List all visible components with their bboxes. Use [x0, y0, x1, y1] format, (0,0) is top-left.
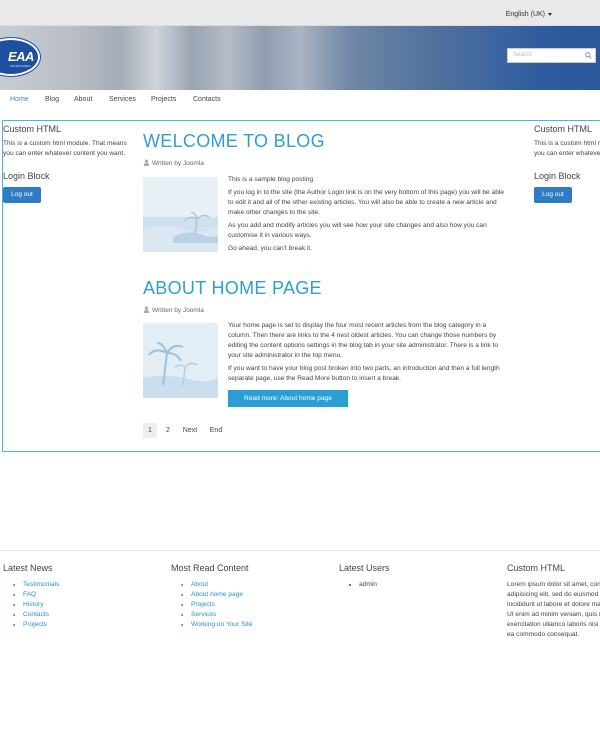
most-read-link[interactable]: Working on Your Site: [191, 620, 321, 630]
article-body: Your home page is set to display the fou…: [228, 321, 510, 387]
most-read-link[interactable]: About home page: [191, 590, 321, 600]
article-paragraph: This is a sample blog posting.: [228, 176, 315, 183]
footer-latest-users: Latest Users admin: [339, 563, 489, 590]
article-paragraph: As you add and modify articles you will …: [228, 222, 487, 239]
footer-divider: [0, 550, 600, 551]
left-logout-button[interactable]: Log out: [3, 187, 41, 203]
right-custom-title: Custom HTML: [534, 124, 593, 134]
right-custom-text: This is a custom html module. That means…: [534, 140, 600, 157]
article-paragraph: Your home page is set to display the fou…: [228, 322, 499, 359]
search-icon[interactable]: [585, 52, 592, 59]
footer-custom-title: Custom HTML: [507, 563, 566, 573]
most-read-link[interactable]: About: [191, 580, 321, 590]
nav-blog[interactable]: Blog: [45, 96, 59, 103]
latest-news-link[interactable]: Testimonials: [23, 580, 153, 590]
user-icon: [143, 159, 150, 166]
page-end[interactable]: End: [207, 423, 225, 438]
palm-illustration: [143, 323, 218, 398]
article-image: [143, 177, 218, 252]
header-banner: ★ EAA ADVENTURES Search: [0, 26, 600, 90]
nav-home[interactable]: Home: [10, 96, 29, 103]
right-sidebar: Custom HTML This is a custom html module…: [534, 124, 600, 224]
left-custom-text: This is a custom html module. That means…: [3, 140, 127, 157]
user-icon: [143, 306, 150, 313]
nav-about[interactable]: About: [74, 96, 92, 103]
article-author: Written by Joomla: [143, 159, 204, 167]
page-next[interactable]: Next: [180, 423, 200, 438]
latest-news-title: Latest News: [3, 563, 53, 573]
most-read-link[interactable]: Projects: [191, 600, 321, 610]
right-login-title: Login Block: [534, 171, 581, 181]
most-read-link[interactable]: Services: [191, 610, 321, 620]
read-more-button[interactable]: Read more: About home page: [228, 390, 348, 407]
footer-latest-news: Latest News Testimonials FAQ History Con…: [3, 563, 153, 630]
latest-news-link[interactable]: Contacts: [23, 610, 153, 620]
article-body: This is a sample blog posting. If you lo…: [228, 175, 510, 257]
latest-news-link[interactable]: FAQ: [23, 590, 153, 600]
beach-illustration: [143, 177, 218, 252]
article-title[interactable]: ABOUT HOME PAGE: [143, 278, 322, 299]
latest-news-link[interactable]: History: [23, 600, 153, 610]
most-read-title: Most Read Content: [171, 563, 249, 573]
right-logout-button[interactable]: Log out: [534, 187, 572, 203]
search-input[interactable]: Search: [507, 48, 596, 63]
page-1[interactable]: 1: [143, 423, 157, 438]
article-image: [143, 323, 218, 398]
left-custom-title: Custom HTML: [3, 124, 62, 134]
article-paragraph: If you want to have your blog post broke…: [228, 365, 500, 382]
search-placeholder: Search: [513, 52, 533, 58]
article-paragraph: Go ahead, you can't break it.: [228, 245, 313, 252]
footer-custom-text: Lorem ipsum dolor sit amet, consectetur …: [507, 581, 600, 638]
article-author: Written by Joomla: [143, 306, 204, 314]
footer-custom-html: Custom HTML Lorem ipsum dolor sit amet, …: [507, 563, 600, 673]
latest-news-link[interactable]: Projects: [23, 620, 153, 630]
latest-users-title: Latest Users: [339, 563, 390, 573]
author-text: Written by Joomla: [152, 307, 204, 314]
left-sidebar: Custom HTML This is a custom html module…: [3, 124, 137, 203]
page-2[interactable]: 2: [161, 423, 175, 438]
author-text: Written by Joomla: [152, 160, 204, 167]
footer-most-read: Most Read Content About About home page …: [171, 563, 321, 630]
nav-services[interactable]: Services: [109, 96, 136, 103]
nav-projects[interactable]: Projects: [151, 96, 176, 103]
article-paragraph: If you log in to the site (the Author Lo…: [228, 189, 504, 216]
main-nav: Home Blog About Services Projects Contac…: [0, 90, 600, 112]
site-logo[interactable]: ★ EAA ADVENTURES: [0, 38, 40, 76]
user-item: admin: [359, 580, 489, 590]
language-selector[interactable]: English (UK): [506, 11, 552, 18]
left-login-title: Login Block: [3, 171, 50, 181]
logo-subtext: ADVENTURES: [10, 64, 31, 68]
caret-down-icon[interactable]: [548, 12, 552, 16]
language-label[interactable]: English (UK): [506, 11, 545, 18]
top-bar: English (UK): [0, 0, 600, 26]
nav-contacts[interactable]: Contacts: [193, 96, 221, 103]
article-title[interactable]: WELCOME TO BLOG: [143, 131, 325, 152]
logo-text: EAA: [8, 49, 34, 64]
